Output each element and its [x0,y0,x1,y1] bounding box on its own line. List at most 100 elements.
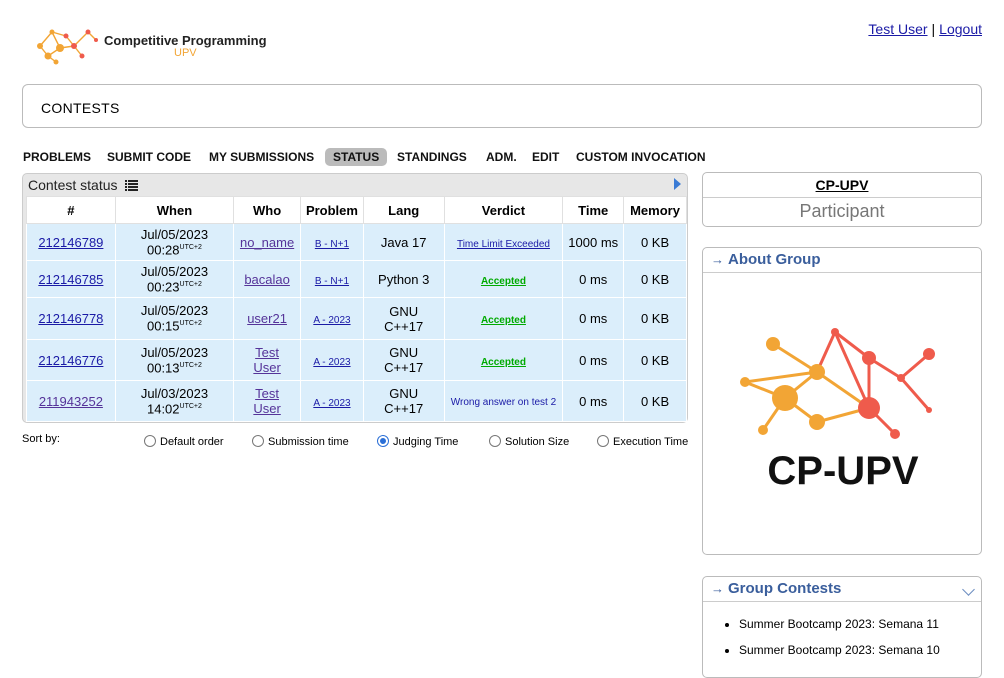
table-header-row: # When Who Problem Lang Verdict Time Mem… [26,196,687,224]
verdict-link[interactable]: Accepted [481,276,526,287]
list-item[interactable]: Summer Bootcamp 2023: Semana 11 [739,617,940,631]
memory-cell: 0 KB [623,223,687,261]
col-who: Who [233,196,302,224]
list-icon[interactable] [125,180,139,191]
col-id: # [26,196,116,224]
verdict-link[interactable]: Accepted [481,357,526,368]
submission-when: Jul/05/2023 00:23UTC+2 [114,260,235,298]
col-verdict: Verdict [443,196,564,224]
verdict-link[interactable]: Wrong answer on test 2 [448,396,558,409]
verdict-link[interactable]: Time Limit Exceeded [457,239,550,250]
lang-cell: Java 17 [362,223,445,261]
chevron-down-icon[interactable] [962,583,975,596]
col-problem: Problem [300,196,364,224]
arrow-right-icon: → [711,252,724,267]
submission-when: Jul/05/2023 00:28UTC+2 [114,223,235,261]
submission-when: Jul/05/2023 00:15UTC+2 [114,297,235,340]
user-link[interactable]: Test User [250,345,284,375]
time-cell: 0 ms [562,260,625,298]
radio-icon[interactable] [597,435,609,447]
group-contests-header[interactable]: → Group Contests [711,580,841,597]
menu-problems[interactable]: PROBLEMS [15,148,99,166]
col-when: When [114,196,235,224]
sort-judging-time-radio[interactable]: Judging Time [377,435,458,448]
problem-link[interactable]: A - 2023 [313,398,350,409]
lang-cell: GNU C++17 [362,380,445,422]
logo-title: Competitive Programming [104,33,267,48]
sort-solution-size-radio[interactable]: Solution Size [489,435,569,448]
contest-list: Summer Bootcamp 2023: Semana 11 Summer B… [723,617,940,669]
submission-id-link[interactable]: 212146776 [38,353,103,368]
time-cell: 0 ms [562,297,625,340]
menu-submit-code[interactable]: SUBMIT CODE [99,148,199,166]
separator: | [931,21,936,37]
radio-icon[interactable] [489,435,501,447]
submission-id-link[interactable]: 212146789 [38,235,103,250]
problem-link[interactable]: B - N+1 [315,276,349,287]
page-title-box: CONTESTS [22,84,982,128]
menu-edit[interactable]: EDIT [524,148,567,166]
problem-link[interactable]: A - 2023 [313,315,350,326]
user-link[interactable]: user21 [247,311,287,326]
time-cell: 0 ms [562,339,625,381]
about-group-header[interactable]: → About Group [711,251,820,268]
table-row: 212146785 Jul/05/2023 00:23UTC+2 bacalao … [26,260,687,298]
user-profile-link[interactable]: Test User [868,21,927,37]
panel-title: Contest status [28,177,118,193]
list-item[interactable]: Summer Bootcamp 2023: Semana 10 [739,643,940,657]
menu-standings[interactable]: STANDINGS [389,148,475,166]
menu-my-submissions[interactable]: MY SUBMISSIONS [201,148,322,166]
problem-link[interactable]: B - N+1 [315,239,349,250]
group-name-link[interactable]: CP-UPV [816,177,869,193]
menu-adm[interactable]: ADM. [478,148,525,166]
menu-status[interactable]: STATUS [325,148,388,166]
col-lang: Lang [362,196,445,224]
submission-id-link[interactable]: 212146778 [38,311,103,326]
table-row: 212146789 Jul/05/2023 00:28UTC+2 no_name … [26,223,687,261]
group-logo-image: CP-UPV [740,328,935,493]
about-group-box: → About Group CP-UPV [702,247,982,555]
submission-id-link[interactable]: 212146785 [38,272,103,287]
group-info-box: CP-UPV Participant [702,172,982,227]
user-link[interactable]: no_name [240,235,294,250]
table-row: 211943252 Jul/03/2023 14:02UTC+2 Test Use… [26,380,687,422]
sort-label: Sort by: [22,433,60,445]
sort-submission-time-radio[interactable]: Submission time [252,435,349,448]
memory-cell: 0 KB [623,260,687,298]
site-logo[interactable]: Competitive Programming UPV [30,24,280,70]
table-row: 212146776 Jul/05/2023 00:13UTC+2 Test Use… [26,339,687,381]
group-name: CP-UPV [703,173,981,198]
expand-arrow-icon[interactable] [674,178,681,190]
time-cell: 1000 ms [562,223,625,261]
radio-icon[interactable] [252,435,264,447]
user-link[interactable]: Test User [250,386,284,416]
user-link[interactable]: bacalao [244,272,290,287]
contest-status-panel: Contest status # When Who Problem Lang V… [22,173,688,423]
user-links: Test User | Logout [868,21,982,37]
time-cell: 0 ms [562,380,625,422]
menu-custom-invocation[interactable]: CUSTOM INVOCATION [568,148,714,166]
col-memory: Memory [623,196,687,224]
panel-header: Contest status [28,177,139,193]
divider [703,601,981,602]
radio-icon[interactable] [144,435,156,447]
sort-default-order-radio[interactable]: Default order [144,435,224,448]
lang-cell: Python 3 [362,260,445,298]
submission-id-link[interactable]: 211943252 [39,394,103,409]
sort-execution-time-radio[interactable]: Execution Time [597,435,688,448]
network-logo-icon [37,29,98,65]
lang-cell: GNU C++17 [362,339,445,381]
sort-options: Sort by: Default order Submission time J… [22,433,690,451]
problem-link[interactable]: A - 2023 [313,357,350,368]
arrow-right-icon: → [711,581,724,596]
logout-link[interactable]: Logout [939,21,982,37]
radio-checked-icon[interactable] [377,435,389,447]
memory-cell: 0 KB [623,339,687,381]
status-table: # When Who Problem Lang Verdict Time Mem… [26,196,687,422]
group-logo-text: CP-UPV [767,449,918,493]
logo-subtitle: UPV [174,47,197,59]
page-title: CONTESTS [41,100,120,116]
divider [703,272,981,273]
verdict-link[interactable]: Accepted [481,315,526,326]
submission-when: Jul/03/2023 14:02UTC+2 [114,380,235,422]
